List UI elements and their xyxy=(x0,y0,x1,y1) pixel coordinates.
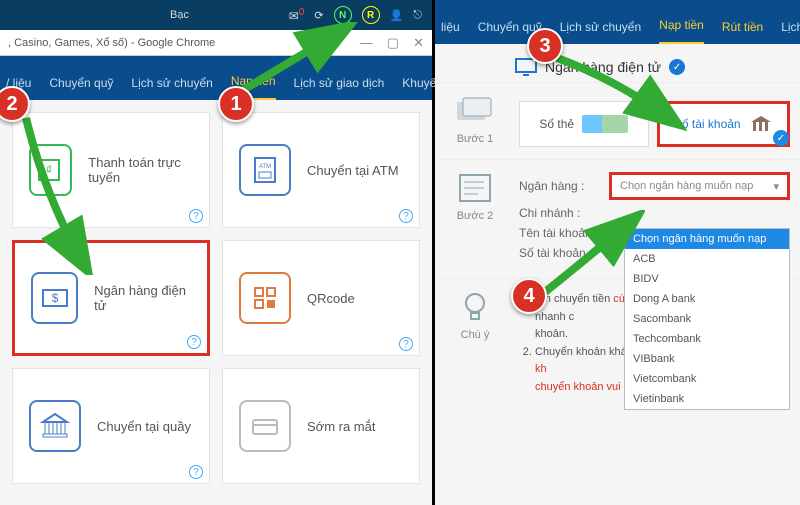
tab-lich-su-chuyen[interactable]: Lịch sử chuyển xyxy=(131,76,212,100)
bank-dropdown[interactable]: Chọn ngân hàng muốn nạp ACB BIDV Dong A … xyxy=(624,228,790,410)
page-title-row: Ngân hàng điện tử ✓ xyxy=(435,44,800,82)
user-level: Bạc xyxy=(170,9,189,21)
tab-title: , Casino, Games, Xổ số) - Google Chrome xyxy=(8,37,215,49)
card-label: Chuyển tại quầy xyxy=(97,419,191,434)
atm-icon: ATM xyxy=(239,144,291,196)
window-minimize[interactable]: — xyxy=(360,35,373,51)
browser-tab: , Casino, Games, Xổ số) - Google Chrome … xyxy=(0,30,432,56)
window-maximize[interactable]: ▢ xyxy=(387,35,399,51)
card-label: Thanh toán trực tuyến xyxy=(88,155,193,185)
bank-option[interactable]: VIBbank xyxy=(625,349,789,369)
user-silhouette-icon[interactable]: 👤 xyxy=(390,9,404,22)
method-account-number[interactable]: Số tài khoản xyxy=(657,101,791,147)
lightbulb-icon xyxy=(455,291,495,323)
help-icon[interactable]: ? xyxy=(189,465,203,479)
svg-text:$: $ xyxy=(51,291,58,305)
tab-nap-tien-r[interactable]: Nạp tiền xyxy=(659,18,704,44)
card-label: Chuyển tại ATM xyxy=(307,163,399,178)
page-title: Ngân hàng điện tử xyxy=(545,59,661,75)
bank-option[interactable]: ACB xyxy=(625,249,789,269)
bank-option[interactable]: Techcombank xyxy=(625,329,789,349)
coming-soon-icon xyxy=(239,400,291,452)
form-icon xyxy=(455,172,495,204)
qr-icon xyxy=(239,272,291,324)
bank-option[interactable]: Dong A bank xyxy=(625,289,789,309)
card-label: QRcode xyxy=(307,291,355,306)
tab-lich-s-r[interactable]: Lịch s xyxy=(781,20,800,44)
bank-option[interactable]: Vietcombank xyxy=(625,369,789,389)
help-icon[interactable]: ? xyxy=(187,335,201,349)
window-close[interactable]: ✕ xyxy=(413,35,424,51)
verified-icon: ✓ xyxy=(669,59,685,75)
card-som-ra-mat[interactable]: Sớm ra mắt xyxy=(222,368,420,484)
ebank-icon: $ xyxy=(31,272,78,324)
bank-option[interactable]: Vietinbank xyxy=(625,389,789,409)
bank-building-icon xyxy=(749,114,773,134)
mail-icon[interactable]: ✉0 xyxy=(289,7,305,23)
svg-text:₫: ₫ xyxy=(46,163,52,177)
card-chuyen-tai-quay[interactable]: Chuyển tại quầy ? xyxy=(12,368,210,484)
tab-chuyen-quy[interactable]: Chuyển quỹ xyxy=(49,76,113,100)
card-visual-2 xyxy=(602,115,628,133)
cards-icon xyxy=(455,95,495,127)
chevron-down-icon: ▾ xyxy=(773,180,779,193)
help-icon[interactable]: ? xyxy=(189,209,203,223)
bank-label: Ngân hàng : xyxy=(519,179,599,193)
bank-option[interactable]: Sacombank xyxy=(625,309,789,329)
logout-icon[interactable]: ⎋ xyxy=(413,9,422,22)
top-header: Bạc ✉0 ⟳ N R 👤 ⎋ xyxy=(0,0,432,30)
marker-1: 1 xyxy=(218,86,254,122)
bank-select[interactable]: Chọn ngân hàng muốn nạp ▾ xyxy=(609,172,790,200)
marker-4: 4 xyxy=(511,278,547,314)
card-label: Ngân hàng điện tử xyxy=(94,283,191,313)
card-label: Sớm ra mắt xyxy=(307,419,375,434)
branch-label: Chi nhánh : xyxy=(519,206,599,220)
note-step: Chú ý xyxy=(445,291,505,397)
r-icon[interactable]: R xyxy=(362,6,380,24)
n-icon[interactable]: N xyxy=(334,6,352,24)
card-thanh-toan-truc-tuyen[interactable]: ₫ Thanh toán trực tuyến ? xyxy=(12,112,210,228)
help-icon[interactable]: ? xyxy=(399,337,413,351)
method-card-number[interactable]: Số thẻ xyxy=(519,101,649,147)
bank-option[interactable]: Chọn ngân hàng muốn nạp xyxy=(625,229,789,249)
marker-3: 3 xyxy=(527,28,563,64)
acc-num-label: Số tài khoản : xyxy=(519,246,599,260)
acc-name-label: Tên tài khoản : xyxy=(519,226,599,240)
svg-text:ATM: ATM xyxy=(259,164,271,170)
tab-lich-su-giao-dich[interactable]: Lịch sử giao dịch xyxy=(294,76,385,100)
step-1: Bước 1 xyxy=(445,95,505,147)
card-qrcode[interactable]: QRcode ? xyxy=(222,240,420,356)
tab-rut-tien-r[interactable]: Rút tiền xyxy=(722,20,763,44)
help-icon[interactable]: ? xyxy=(399,209,413,223)
refresh-icon[interactable]: ⟳ xyxy=(314,9,323,22)
nav-tabs-right: liệu Chuyển quỹ Lịch sử chuyển Nạp tiền … xyxy=(435,0,800,44)
tab-du-lieu-r[interactable]: liệu xyxy=(441,20,460,44)
bank-counter-icon xyxy=(29,400,81,452)
money-icon: ₫ xyxy=(29,144,72,196)
tab-lich-su-chuyen-r[interactable]: Lịch sử chuyển xyxy=(560,20,641,44)
card-chuyen-tai-atm[interactable]: ATM Chuyển tại ATM ? xyxy=(222,112,420,228)
nav-tabs-left: / liệu Chuyển quỹ Lịch sử chuyển Nạp tiề… xyxy=(0,56,432,100)
card-ngan-hang-dien-tu[interactable]: $ Ngân hàng điện tử ? xyxy=(12,240,210,356)
step-2: Bước 2 xyxy=(445,172,505,266)
bank-option[interactable]: BIDV xyxy=(625,269,789,289)
